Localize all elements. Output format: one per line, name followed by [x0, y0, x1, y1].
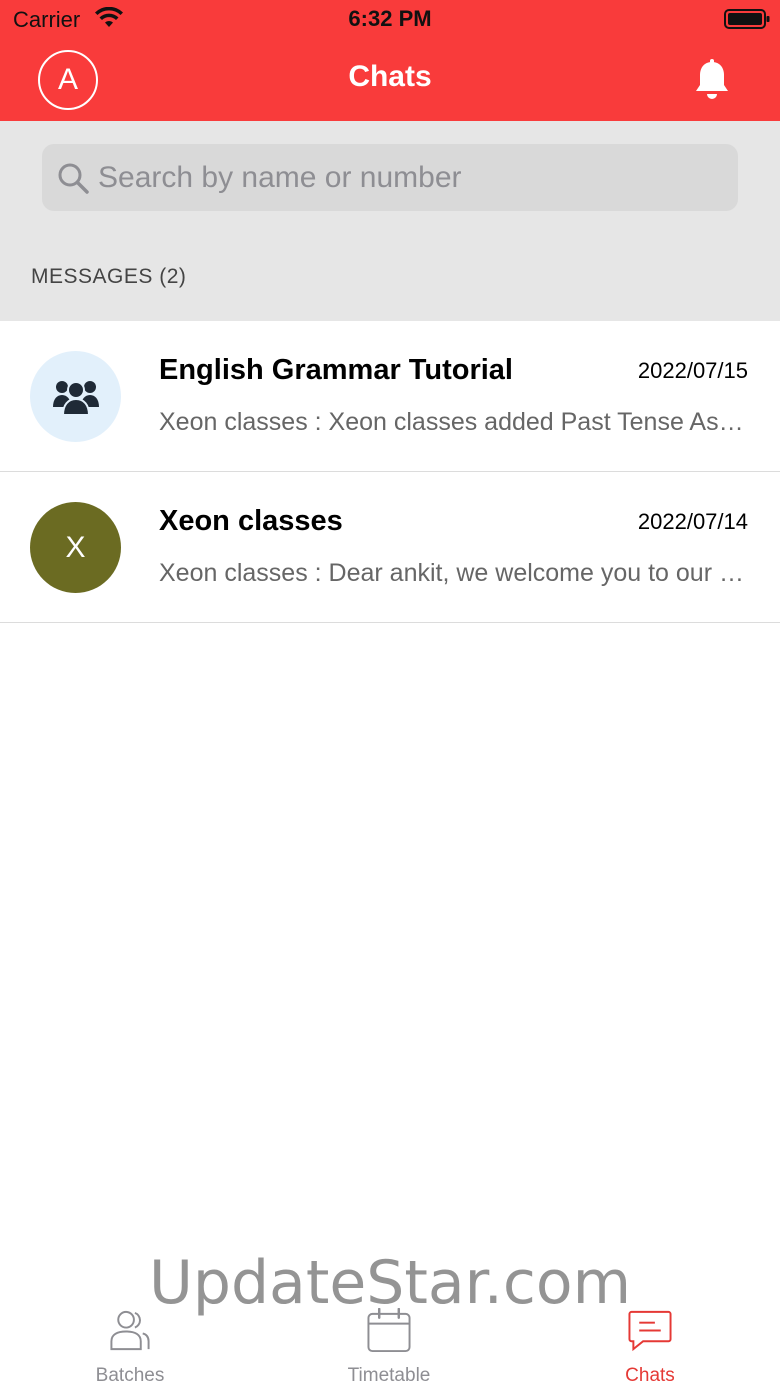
users-icon	[110, 1310, 150, 1351]
group-avatar	[30, 351, 121, 442]
tab-batches[interactable]: Batches	[50, 1298, 210, 1387]
chat-list: English Grammar Tutorial 2022/07/15 Xeon…	[0, 321, 780, 623]
tab-bar: Batches Timetable Chats	[0, 1298, 780, 1387]
chat-preview: Xeon classes : Xeon classes added Past T…	[159, 408, 749, 436]
search-box[interactable]	[42, 144, 738, 211]
messages-section-header: MESSAGES (2)	[31, 265, 187, 288]
avatar-letter: X	[65, 530, 86, 564]
chat-row-english-grammar-tutorial[interactable]: English Grammar Tutorial 2022/07/15 Xeon…	[0, 321, 780, 472]
tab-label: Batches	[95, 1365, 165, 1386]
chat-name: Xeon classes	[159, 505, 343, 537]
status-time: 6:32 PM	[348, 6, 432, 31]
tab-label: Chats	[625, 1365, 675, 1386]
search-panel: MESSAGES (2)	[0, 121, 780, 321]
group-icon	[52, 380, 99, 416]
tab-chats[interactable]: Chats	[570, 1298, 730, 1387]
tab-timetable[interactable]: Timetable	[309, 1298, 469, 1387]
letter-avatar: X	[30, 502, 121, 593]
chat-name: English Grammar Tutorial	[159, 354, 513, 386]
status-bar: Carrier 6:32 PM	[0, 0, 780, 40]
search-input[interactable]	[98, 144, 718, 211]
chat-date: 2022/07/15	[637, 358, 748, 383]
chat-icon	[628, 1310, 672, 1352]
app-header: Carrier 6:32 PM A Chats	[0, 0, 780, 121]
battery-icon	[724, 9, 770, 29]
search-icon	[58, 163, 89, 194]
chat-preview: Xeon classes : Dear ankit, we welcome yo…	[159, 559, 749, 587]
bell-icon[interactable]	[692, 58, 732, 102]
chat-row-xeon-classes[interactable]: X Xeon classes 2022/07/14 Xeon classes :…	[0, 472, 780, 623]
tab-label: Timetable	[347, 1365, 431, 1386]
calendar-icon	[367, 1308, 411, 1353]
page-title: Chats	[348, 60, 432, 93]
chat-date: 2022/07/14	[637, 509, 748, 534]
